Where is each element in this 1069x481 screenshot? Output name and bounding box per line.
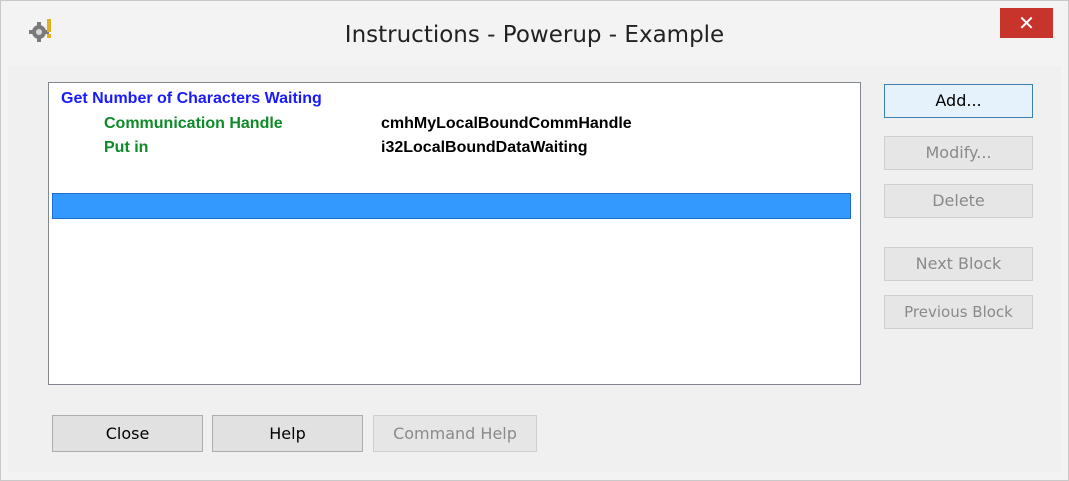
instructions-dialog: Instructions - Powerup - Example ✕ Get N…: [0, 0, 1069, 481]
selected-insertion-row[interactable]: [52, 193, 851, 219]
close-button[interactable]: Close: [52, 415, 203, 452]
close-icon: ✕: [1018, 11, 1035, 35]
close-window-button[interactable]: ✕: [1000, 8, 1053, 38]
previous-block-button[interactable]: Previous Block: [884, 295, 1033, 329]
command-line[interactable]: Get Number of Characters Waiting: [61, 90, 322, 108]
window-title: Instructions - Powerup - Example: [344, 22, 725, 48]
param-value-put-in: i32LocalBoundDataWaiting: [381, 139, 588, 156]
instructions-list[interactable]: Get Number of Characters Waiting Communi…: [48, 82, 861, 385]
param-label-put-in: Put in: [104, 139, 149, 156]
help-button[interactable]: Help: [212, 415, 363, 452]
command-help-button[interactable]: Command Help: [373, 415, 537, 452]
title-bar[interactable]: Instructions - Powerup - Example ✕: [1, 1, 1068, 66]
delete-button[interactable]: Delete: [884, 184, 1033, 218]
param-value-communication-handle: cmhMyLocalBoundCommHandle: [381, 115, 632, 132]
next-block-button[interactable]: Next Block: [884, 247, 1033, 281]
param-label-communication-handle: Communication Handle: [104, 115, 283, 132]
add-button[interactable]: Add...: [884, 84, 1033, 118]
modify-button[interactable]: Modify...: [884, 136, 1033, 170]
dialog-client-area: Get Number of Characters Waiting Communi…: [8, 66, 1061, 472]
